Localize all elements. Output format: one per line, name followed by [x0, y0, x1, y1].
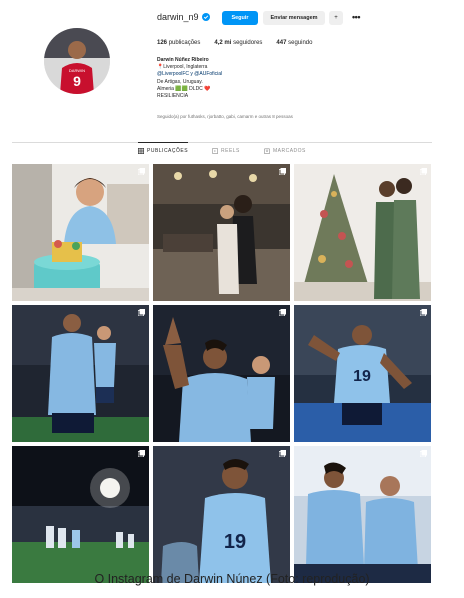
post-tile[interactable]: 19 [153, 446, 290, 583]
multi-photo-icon [420, 309, 427, 316]
post-tile[interactable] [12, 305, 149, 442]
instagram-profile-screenshot: 9 DARWIN darwin_n9 Seguir Enviar mensage… [0, 0, 464, 583]
posts-count: 126 publicações [157, 40, 201, 46]
post-tile[interactable] [153, 305, 290, 442]
multi-photo-icon [420, 168, 427, 175]
post-tile[interactable]: 19 [294, 305, 431, 442]
multi-photo-icon [138, 450, 145, 457]
profile-stats: 126 publicações 4,2 mi seguidores 447 se… [157, 40, 312, 46]
child-birthday-cake-photo [12, 164, 149, 301]
tab-tagged-label: MARCADOS [273, 148, 306, 154]
bio-motto: RESILIENCIA [157, 93, 189, 100]
svg-text:DARWIN: DARWIN [69, 68, 85, 73]
avatar[interactable]: 9 DARWIN [44, 28, 110, 94]
tab-posts-label: PUBLICAÇÕES [147, 148, 189, 154]
player-19-closeup-photo: 19 [153, 446, 290, 583]
tab-tagged[interactable]: MARCADOS [264, 143, 306, 159]
username-row: darwin_n9 [157, 12, 210, 22]
avatar-image: 9 DARWIN [44, 28, 110, 94]
bio-clubs[interactable]: @LiverpoolFC y @AUFoficial [157, 71, 357, 78]
bio-location: 📍Liverpool, Inglaterra [157, 64, 208, 71]
username[interactable]: darwin_n9 [157, 12, 199, 22]
more-glyph: ••• [352, 12, 360, 22]
svg-text:9: 9 [73, 73, 81, 89]
player-holding-child-photo [12, 305, 149, 442]
tab-posts[interactable]: PUBLICAÇÕES [138, 142, 189, 159]
multi-photo-icon [420, 450, 427, 457]
post-tile[interactable] [294, 446, 431, 583]
more-options-icon[interactable]: ••• [349, 11, 363, 25]
multi-photo-icon [279, 309, 286, 316]
team-pitch-night-photo [12, 446, 149, 583]
multi-photo-icon [138, 168, 145, 175]
reels-icon [212, 148, 218, 154]
followers-count[interactable]: 4,2 mi seguidores [214, 40, 262, 46]
grid-icon [138, 148, 144, 154]
svg-text:19: 19 [224, 531, 246, 553]
bio-teams: Almeria 🟩🟩 DLDC ❤️ [157, 85, 211, 92]
player-celebrating-photo: 19 [294, 305, 431, 442]
following-count[interactable]: 447 seguindo [276, 40, 312, 46]
tab-reels[interactable]: REELS [212, 143, 240, 159]
add-user-glyph: + [334, 15, 338, 21]
bio-origin: De Artigas, Uruguay. [157, 78, 203, 85]
profile-tabs: PUBLICAÇÕES REELS MARCADOS [0, 142, 464, 161]
send-message-button[interactable]: Enviar mensagem [263, 11, 325, 25]
add-user-icon[interactable]: + [329, 11, 343, 25]
verified-badge-icon [201, 13, 210, 21]
couple-dining-room-photo [153, 164, 290, 301]
couple-christmas-tree-photo [294, 164, 431, 301]
multi-photo-icon [279, 450, 286, 457]
svg-text:19: 19 [353, 368, 371, 385]
post-tile[interactable] [153, 164, 290, 301]
post-tile[interactable] [12, 446, 149, 583]
tab-reels-label: REELS [221, 148, 240, 154]
multi-photo-icon [138, 309, 145, 316]
followed-by-text[interactable]: Seguido(a) por futhasks, rjorbatto, gabi… [157, 113, 377, 120]
post-tile[interactable] [294, 164, 431, 301]
profile-bio: Darwin Núñez Ribeiro 📍Liverpool, Inglate… [157, 57, 357, 119]
multi-photo-icon [279, 168, 286, 175]
image-caption: O Instagram de Darwin Núnez (Foto: repro… [94, 572, 370, 586]
follow-button[interactable]: Seguir [222, 11, 258, 25]
tagged-icon [264, 148, 270, 154]
post-tile[interactable] [12, 164, 149, 301]
player-waving-child-photo [153, 305, 290, 442]
two-players-bench-photo [294, 446, 431, 583]
